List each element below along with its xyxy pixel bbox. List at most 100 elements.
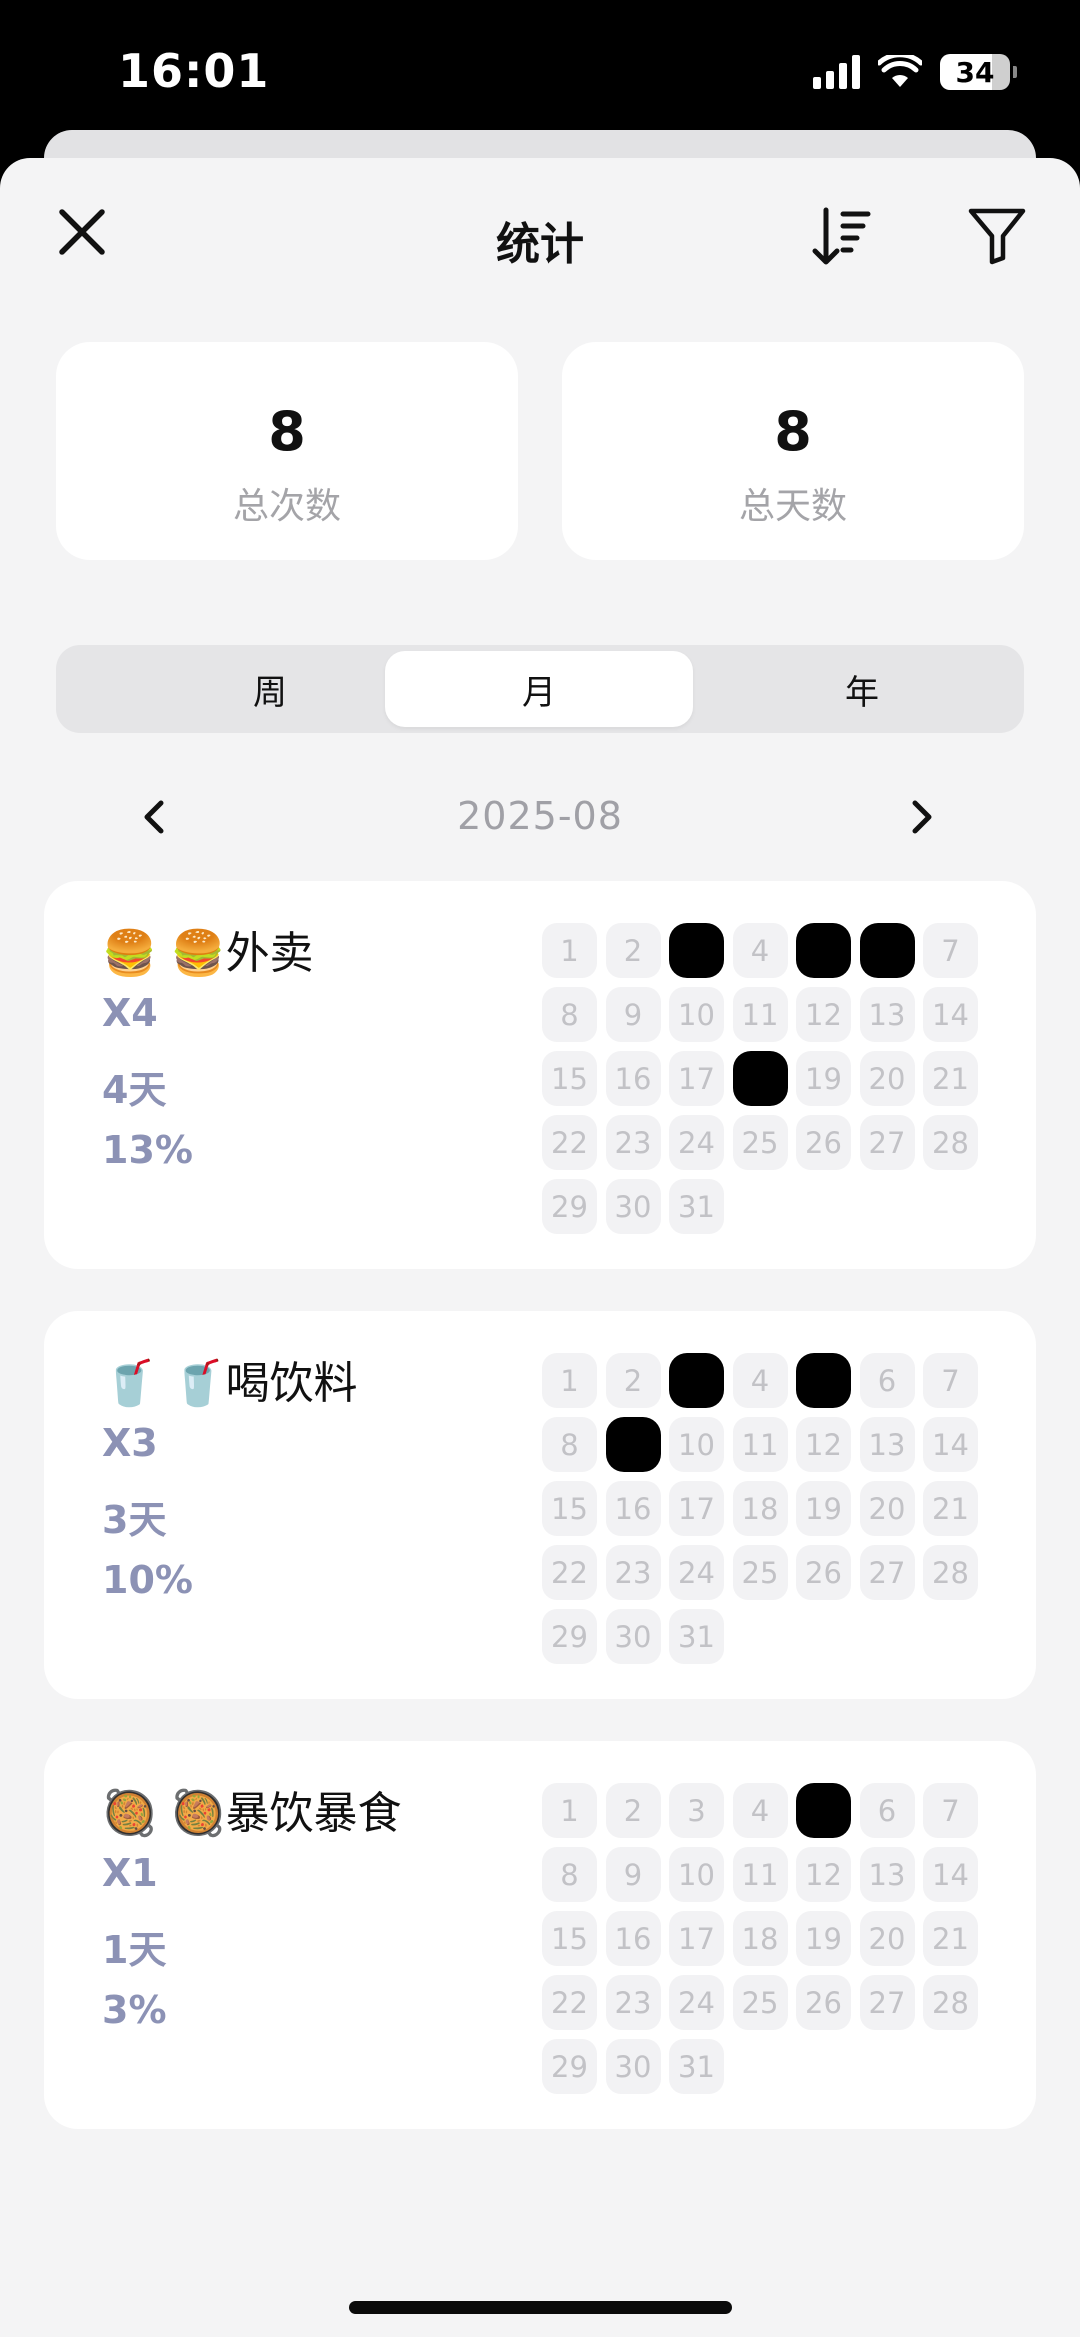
day-cell: 19 <box>796 1911 851 1966</box>
day-cell: 31 <box>669 1609 724 1664</box>
day-cell: 8 <box>542 1417 597 1472</box>
month-navigator: 2025-08 <box>0 778 1080 858</box>
day-cell: 30 <box>605 1179 661 1234</box>
day-cell: 26 <box>796 1545 851 1600</box>
day-cell: 2 <box>605 1783 661 1838</box>
total-count-value: 8 <box>268 400 306 463</box>
day-cell: 15 <box>542 1911 597 1966</box>
habit-count: X1 <box>102 1851 158 1895</box>
day-cell: 10 <box>669 1847 724 1902</box>
day-cell: 8 <box>542 1847 597 1902</box>
tab-year[interactable]: 年 <box>708 651 1016 727</box>
day-cell: 4 <box>732 1783 788 1838</box>
status-bar: 16:01 34 <box>0 0 1080 140</box>
day-cell: 14 <box>923 1417 978 1472</box>
sort-icon[interactable] <box>810 206 872 268</box>
day-cell: 18 <box>732 1911 788 1966</box>
day-cell: 22 <box>542 1115 597 1170</box>
habit-card-drinks[interactable]: 🥤 🥤喝饮料 X3 3天 10% 1 2 3 4 5 6 7 8 9 10 11 12 13 14 15 16… <box>44 1311 1036 1699</box>
day-cell: 4 <box>732 1353 788 1408</box>
habit-percent: 3% <box>102 1988 167 2032</box>
tab-week[interactable]: 周 <box>116 651 424 727</box>
day-cell: 29 <box>542 2039 597 2094</box>
habit-title: 🥤 🥤喝饮料 <box>102 1347 358 1411</box>
day-cell: 28 <box>923 1975 978 2030</box>
day-cell: 21 <box>923 1051 978 1106</box>
day-cell: 17 <box>669 1481 724 1536</box>
day-cell: 18 <box>732 1481 788 1536</box>
habit-name: 暴饮暴食 <box>225 1788 402 1839</box>
day-cell: 21 <box>923 1911 978 1966</box>
day-cell: 31 <box>669 1179 724 1234</box>
total-days-card: 8 总天数 <box>562 342 1024 560</box>
day-cell: 25 <box>732 1975 788 2030</box>
total-days-label: 总天数 <box>738 486 847 527</box>
day-cell: 19 <box>796 1481 851 1536</box>
day-cell: 6 <box>859 1783 915 1838</box>
habit-days: 1天 <box>102 1928 167 1972</box>
day-cell: 24 <box>669 1975 724 2030</box>
day-cell: 26 <box>796 1115 851 1170</box>
day-cell: 27 <box>859 1975 915 2030</box>
day-cell-marked: 5 <box>796 923 851 978</box>
habit-emoji: 🥤 🥤 <box>102 1358 226 1409</box>
day-cell: 27 <box>859 1115 915 1170</box>
day-cell: 25 <box>732 1545 788 1600</box>
day-cell: 1 <box>542 923 597 978</box>
day-cell: 7 <box>923 1783 978 1838</box>
habit-card-takeout[interactable]: 🍔 🍔外卖 X4 4天 13% 1 2 3 4 5 6 7 8 9 10 11 12 13 14 15 16 1… <box>44 881 1036 1269</box>
total-count-card: 8 总次数 <box>56 342 518 560</box>
day-cell: 14 <box>923 987 978 1042</box>
day-cell: 12 <box>796 987 851 1042</box>
day-cell: 14 <box>923 1847 978 1902</box>
month-day-grid: 1 2 3 4 5 6 7 8 9 10 11 12 13 14 15 16 17 18 19 20 21 22 23 24 2… <box>542 1353 990 1664</box>
chevron-right-icon[interactable] <box>896 792 946 842</box>
day-cell-marked: 3 <box>669 1353 724 1408</box>
day-cell: 19 <box>796 1051 851 1106</box>
day-cell: 9 <box>605 987 661 1042</box>
habit-emoji: 🍔 🍔 <box>102 928 226 979</box>
day-cell: 22 <box>542 1975 597 2030</box>
habit-count: X4 <box>102 991 158 1035</box>
total-count-label: 总次数 <box>232 486 341 527</box>
habit-percent: 13% <box>102 1128 193 1172</box>
day-cell: 23 <box>605 1115 661 1170</box>
tab-month[interactable]: 月 <box>385 651 693 727</box>
day-cell: 6 <box>859 1353 915 1408</box>
day-cell: 24 <box>669 1545 724 1600</box>
day-cell-marked: 5 <box>796 1353 851 1408</box>
day-cell: 30 <box>605 1609 661 1664</box>
habit-count: X3 <box>102 1421 158 1465</box>
day-cell-marked: 5 <box>796 1783 851 1838</box>
day-cell: 31 <box>669 2039 724 2094</box>
day-cell: 23 <box>605 1545 661 1600</box>
month-day-grid: 1 2 3 4 5 6 7 8 9 10 11 12 13 14 15 16 17 18 19 20 21 22 23 24 2… <box>542 1783 990 2094</box>
day-cell: 23 <box>605 1975 661 2030</box>
habit-days: 4天 <box>102 1068 167 1112</box>
day-cell: 16 <box>605 1481 661 1536</box>
day-cell: 10 <box>669 987 724 1042</box>
day-cell: 13 <box>859 1417 915 1472</box>
day-cell: 30 <box>605 2039 661 2094</box>
day-cell: 2 <box>605 923 661 978</box>
habit-emoji: 🥘 🥘 <box>102 1788 226 1839</box>
day-cell: 7 <box>923 1353 978 1408</box>
day-cell: 27 <box>859 1545 915 1600</box>
day-cell: 9 <box>605 1847 661 1902</box>
day-cell: 16 <box>605 1051 661 1106</box>
day-cell: 20 <box>859 1481 915 1536</box>
wifi-icon <box>878 55 922 87</box>
day-cell: 11 <box>732 987 788 1042</box>
day-cell: 13 <box>859 987 915 1042</box>
day-cell: 15 <box>542 1051 597 1106</box>
day-cell: 15 <box>542 1481 597 1536</box>
page-title: 统计 <box>496 219 584 270</box>
cellular-signal-icon <box>813 55 860 89</box>
habit-card-overeating[interactable]: 🥘 🥘暴饮暴食 X1 1天 3% 1 2 3 4 5 6 7 8 9 10 11 12 13 14 15 16… <box>44 1741 1036 2129</box>
status-icons: 34 <box>813 50 1017 94</box>
filter-icon[interactable] <box>966 204 1028 266</box>
day-cell-marked: 18 <box>732 1051 788 1106</box>
day-cell: 29 <box>542 1609 597 1664</box>
day-cell: 26 <box>796 1975 851 2030</box>
habit-days: 3天 <box>102 1498 167 1542</box>
